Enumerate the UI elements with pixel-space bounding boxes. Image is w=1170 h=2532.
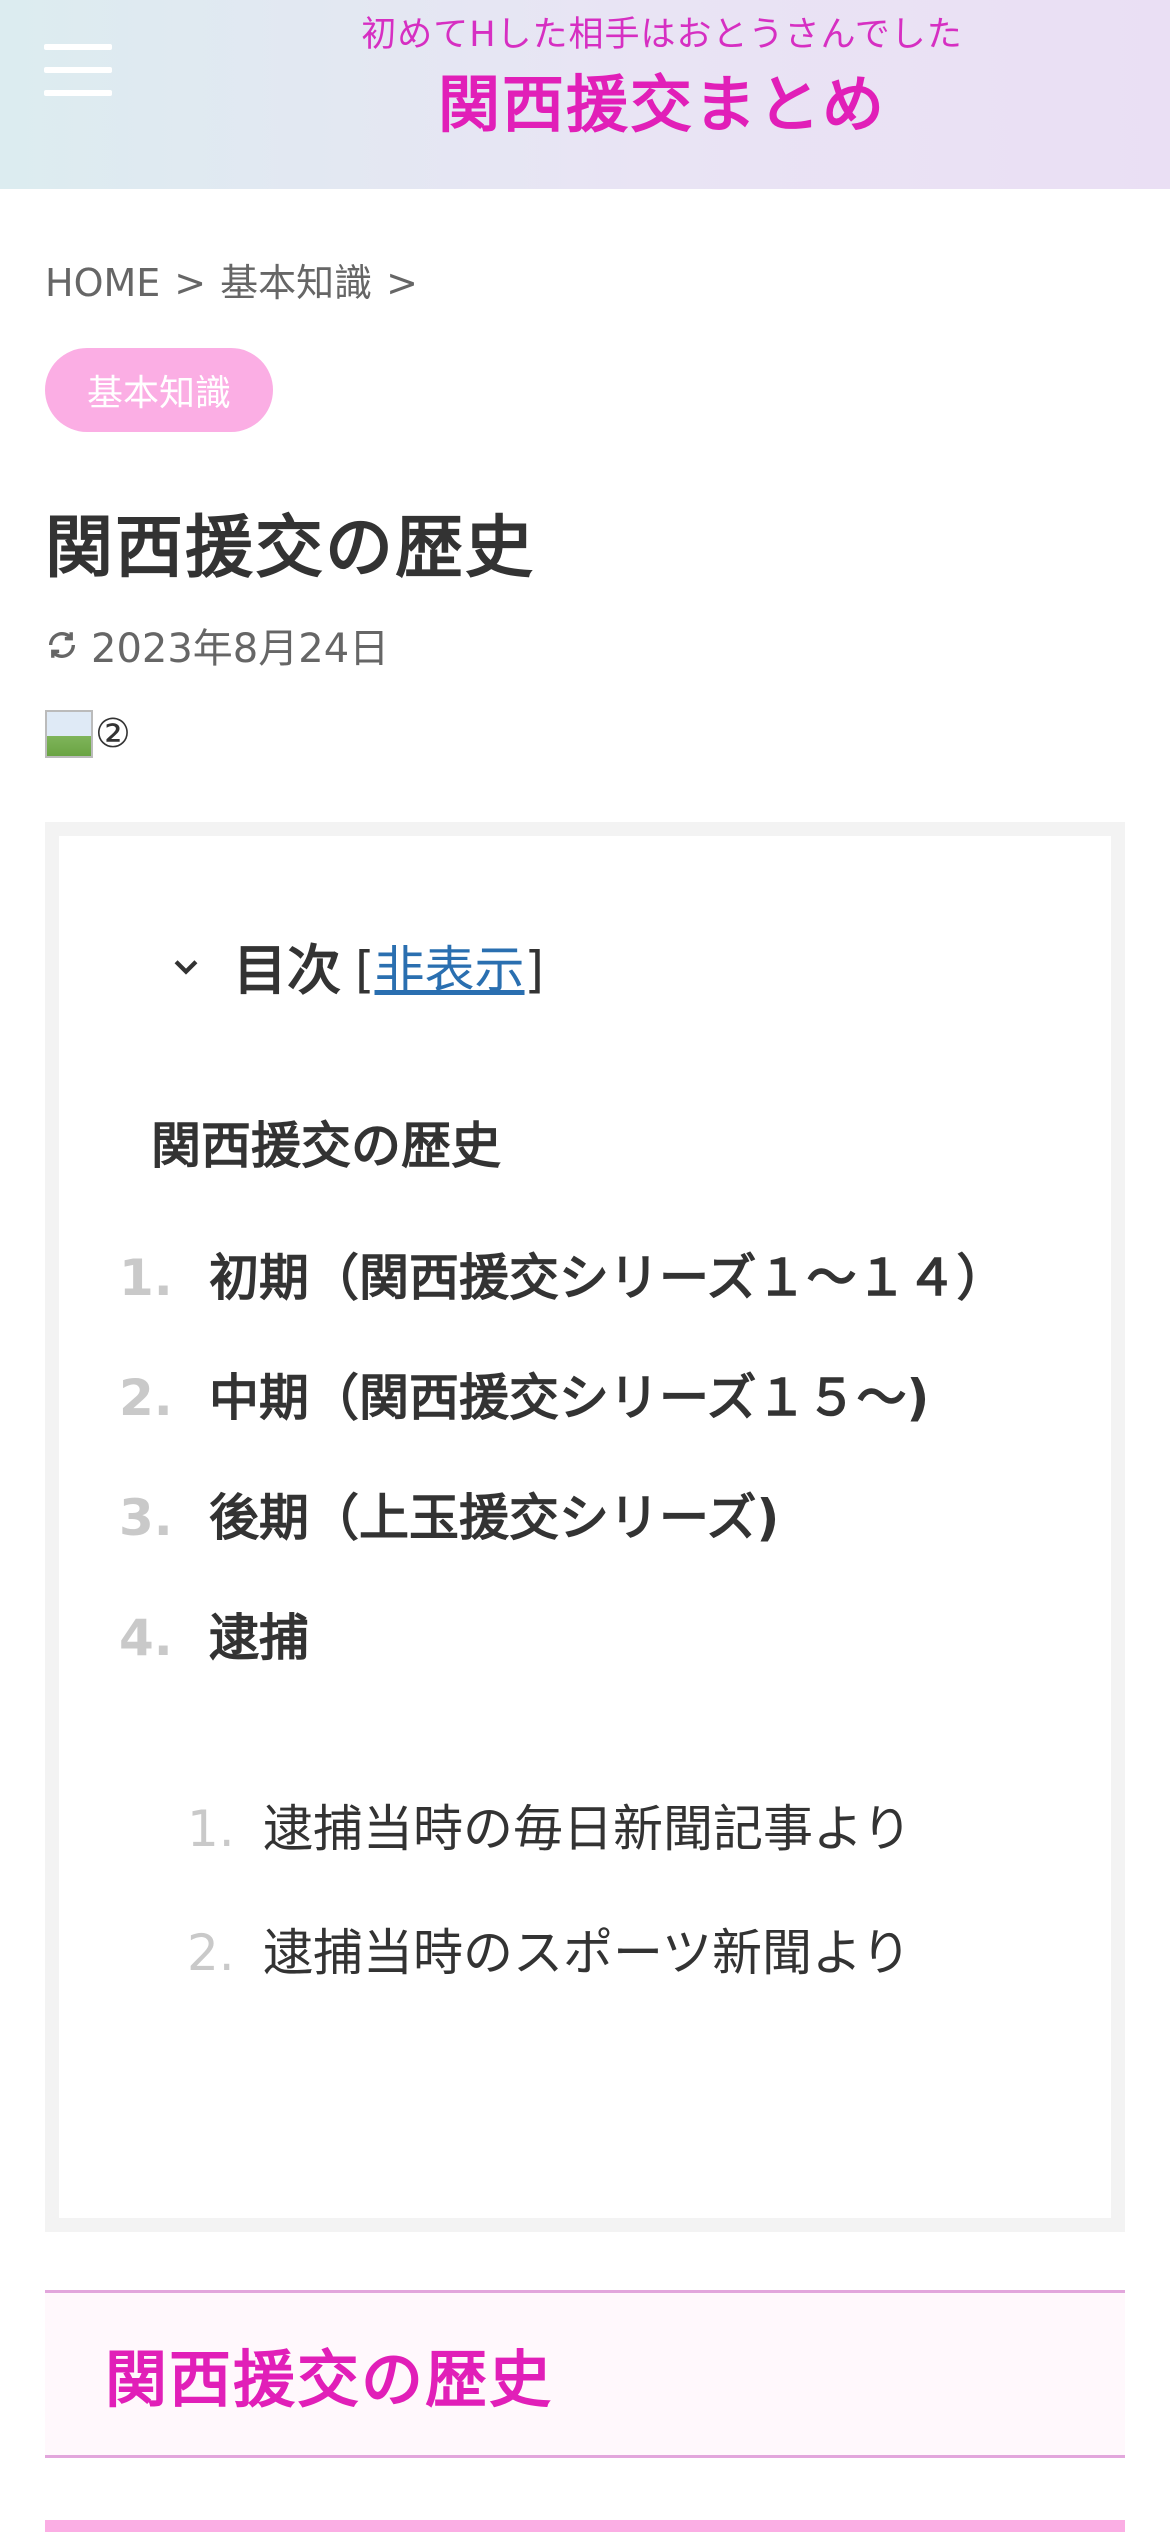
chevron-down-icon[interactable] [169,949,203,983]
table-of-contents: 目次 [非表示] 関西援交の歴史 1. 初期（関西援交シリーズ１〜１４） 2. … [45,822,1125,2232]
toc-item-number: 4. [119,1609,173,1667]
toc-toggle: [非表示] [355,930,544,1002]
breadcrumb-home-link[interactable]: HOME [45,261,160,305]
next-section-bar [45,2520,1125,2532]
toc-subitem: 2. 逮捕当時のスポーツ新聞より [187,1918,1037,1988]
toc-item-number: 1. [119,1249,173,1307]
toc-item: 3. 後期（上玉援交シリーズ) [119,1476,1019,1560]
toc-item: 4. 逮捕 [119,1596,1019,1680]
toc-item-number: 2. [119,1369,173,1427]
toc-subitem: 1. 逮捕当時の毎日新聞記事より [187,1794,1037,1864]
toc-subitem-number: 1. [187,1800,235,1858]
category-badge[interactable]: 基本知識 [45,348,273,432]
toc-box: 目次 [非表示] 関西援交の歴史 1. 初期（関西援交シリーズ１〜１４） 2. … [59,836,1111,2218]
eyecatch-image: ② [45,710,131,758]
toc-item-top[interactable]: 関西援交の歴史 [151,1106,501,1178]
breadcrumb-separator: > [174,261,207,305]
toc-toggle-bracket: ] [524,940,545,999]
broken-image-icon [45,710,93,758]
refresh-icon [48,632,76,658]
toc-toggle-bracket: [ [355,940,375,999]
toc-item-link[interactable]: 中期（関西援交シリーズ１５〜) [209,1356,1019,1440]
toc-list: 1. 初期（関西援交シリーズ１〜１４） 2. 中期（関西援交シリーズ１５〜) 3… [119,1236,1019,1716]
toc-header: 目次 [非表示] [169,926,544,1005]
site-tagline: 初めてHした相手はおとうさんでした [361,15,963,55]
section-heading: 関西援交の歴史 [45,2290,1125,2458]
toc-heading: 目次 [233,939,341,1002]
image-alt-text: ② [95,711,131,757]
toc-item: 1. 初期（関西援交シリーズ１〜１４） [119,1236,1019,1320]
toc-item-link[interactable]: 初期（関西援交シリーズ１〜１４） [209,1236,1019,1320]
toc-sublist: 1. 逮捕当時の毎日新聞記事より 2. 逮捕当時のスポーツ新聞より [187,1794,1037,2042]
breadcrumb: HOME > 基本知識 > [45,252,432,307]
breadcrumb-separator: > [386,261,418,305]
toc-subitem-link[interactable]: 逮捕当時のスポーツ新聞より [263,1918,911,1988]
toc-item-link[interactable]: 後期（上玉援交シリーズ) [209,1476,1019,1560]
toc-item-link[interactable]: 逮捕 [209,1596,1019,1680]
updated-date: 2023年8月24日 [45,616,389,674]
site-title-link[interactable]: 関西援交まとめ [0,54,1170,144]
toc-hide-link[interactable]: 非表示 [375,941,525,999]
page-title: 関西援交の歴史 [45,509,536,588]
toc-subitem-number: 2. [187,1924,235,1982]
site-header: 初めてHした相手はおとうさんでした 関西援交まとめ [0,0,1170,189]
toc-item-number: 3. [119,1489,173,1547]
toc-item: 2. 中期（関西援交シリーズ１５〜) [119,1356,1019,1440]
breadcrumb-category-link[interactable]: 基本知識 [220,261,372,305]
toc-subitem-link[interactable]: 逮捕当時の毎日新聞記事より [263,1794,912,1864]
updated-date-text: 2023年8月24日 [91,626,390,672]
